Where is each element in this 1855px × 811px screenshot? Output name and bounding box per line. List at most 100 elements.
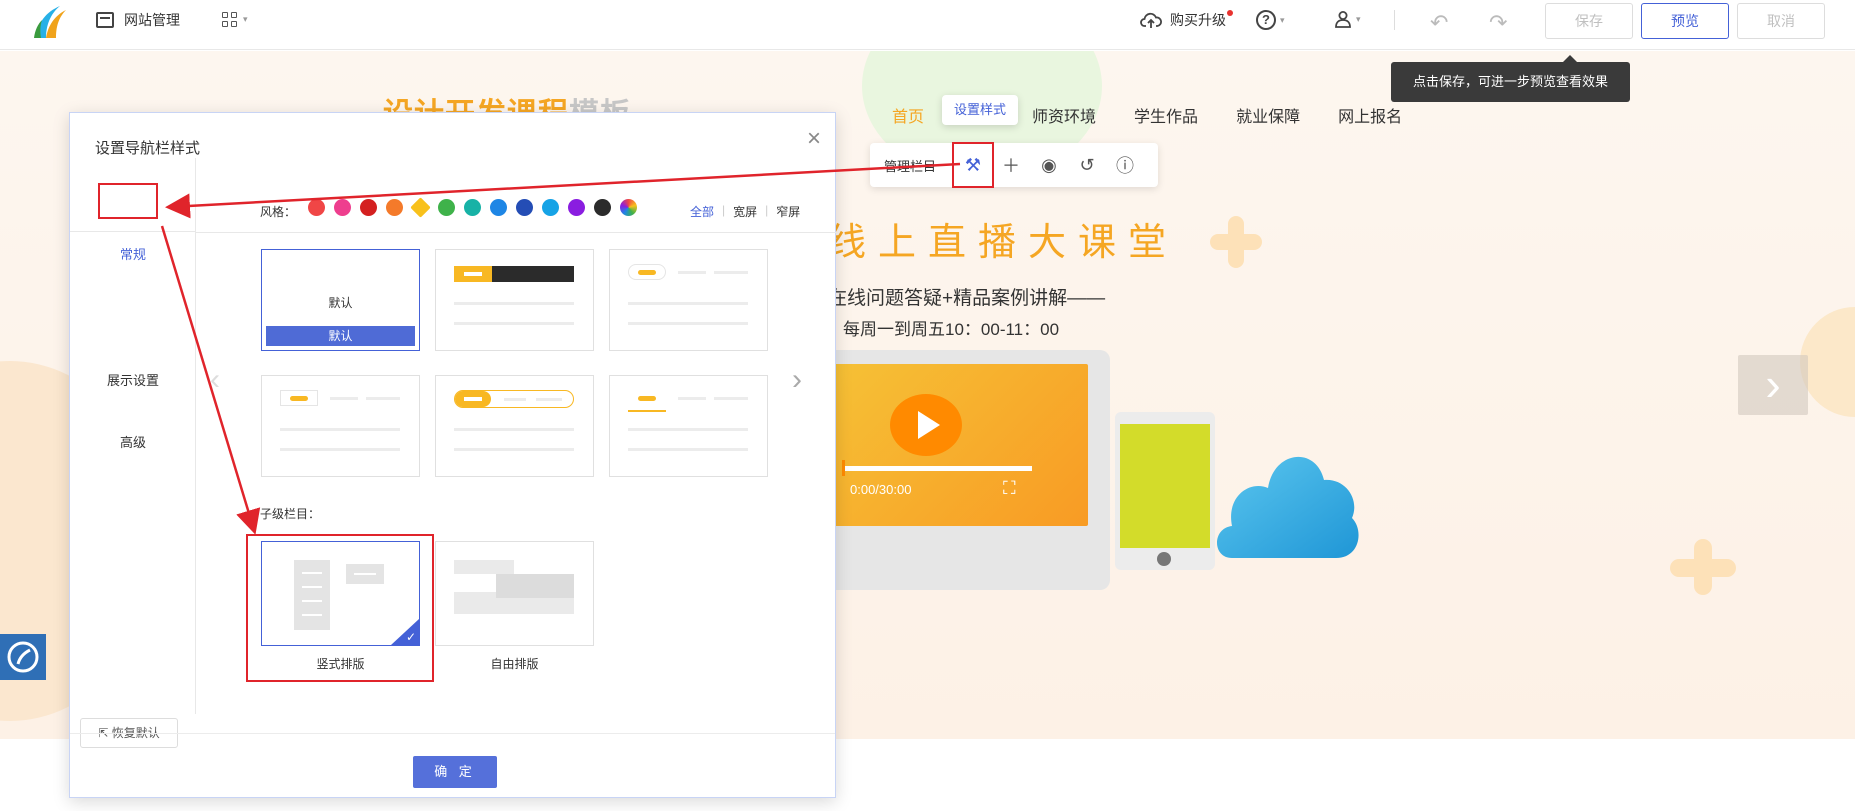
annotation-highlight xyxy=(246,534,434,682)
filter-all[interactable]: 全部 xyxy=(690,203,714,220)
color-swatch[interactable] xyxy=(620,199,637,216)
buy-upgrade-label: 购买升级 xyxy=(1170,10,1233,30)
nav-template-6[interactable] xyxy=(609,375,768,477)
live-schedule: 每周一到周五10：00-11：00 xyxy=(843,320,1060,339)
video-progress-bar[interactable] xyxy=(842,460,1032,476)
template-preview-line xyxy=(628,448,748,451)
carousel-next-button[interactable]: › xyxy=(1738,355,1808,415)
sidebar-divider xyxy=(70,231,196,232)
assistant-icon[interactable] xyxy=(0,634,46,680)
tab-advanced[interactable]: 高级 xyxy=(70,432,196,451)
redo-icon[interactable]: ↷ xyxy=(1489,10,1507,36)
manage-columns-button[interactable]: 管理栏目 xyxy=(884,156,954,175)
site-nav-item[interactable]: 首页 xyxy=(892,103,924,127)
apps-menu[interactable]: ▾ xyxy=(222,12,248,27)
top-toolbar: 网站管理 ▾ 购买升级 ? ▾ ▾ ↶ ↷ 保存 预览 取消 xyxy=(0,0,1855,50)
nav-template-4[interactable] xyxy=(261,375,420,477)
video-player[interactable] xyxy=(832,364,1088,526)
nav-template-5[interactable] xyxy=(435,375,594,477)
color-swatch[interactable] xyxy=(594,199,611,216)
color-swatch[interactable] xyxy=(308,199,325,216)
decor-plus xyxy=(1210,216,1262,268)
phone-home-button xyxy=(1157,552,1171,566)
eye-icon[interactable]: ◉ xyxy=(1030,155,1068,176)
decor-plus xyxy=(1670,539,1736,595)
color-swatch[interactable] xyxy=(334,199,351,216)
help-icon[interactable]: ⓘ xyxy=(1106,152,1144,178)
grid-icon xyxy=(222,12,237,27)
cloud-upload-icon xyxy=(1140,12,1162,28)
save-tooltip: 点击保存，可进一步预览查看效果 xyxy=(1391,55,1630,102)
width-filter: 全部 | 宽屏 | 窄屏 xyxy=(690,203,800,220)
template-preview-line xyxy=(536,398,562,401)
template-preview-line xyxy=(714,271,748,274)
refresh-icon[interactable]: ↺ xyxy=(1068,155,1106,176)
filter-wide[interactable]: 宽屏 xyxy=(733,203,757,220)
close-icon[interactable]: × xyxy=(807,127,821,151)
template-preview-bar xyxy=(638,270,656,275)
dialog-footer-divider xyxy=(70,733,835,734)
site-nav-item[interactable]: 师资环境 xyxy=(1032,103,1096,127)
site-nav-item[interactable]: 学生作品 xyxy=(1134,103,1198,127)
template-preview-line xyxy=(280,448,400,451)
template-preview-line xyxy=(330,397,358,400)
color-swatch[interactable] xyxy=(386,199,403,216)
site-manage-icon xyxy=(96,12,114,28)
template-preview-line xyxy=(714,397,748,400)
template-name: 默认 xyxy=(328,296,353,310)
color-swatch[interactable] xyxy=(516,199,533,216)
color-swatch[interactable] xyxy=(464,199,481,216)
tab-display-settings[interactable]: 展示设置 xyxy=(70,370,196,389)
site-nav-item[interactable]: 就业保障 xyxy=(1236,103,1300,127)
nav-template-default[interactable]: 默认 默认 xyxy=(261,249,420,351)
preview-button[interactable]: 预览 xyxy=(1641,3,1729,39)
play-icon[interactable] xyxy=(890,394,962,456)
undo-icon[interactable]: ↶ xyxy=(1430,10,1448,36)
layout-preview-block xyxy=(454,560,514,574)
color-swatch[interactable] xyxy=(568,199,585,216)
color-swatch[interactable] xyxy=(490,199,507,216)
phone-illustration xyxy=(1115,412,1215,570)
site-manage-menu[interactable]: 网站管理 xyxy=(96,10,180,30)
filter-narrow[interactable]: 窄屏 xyxy=(776,203,800,220)
nav-template-2[interactable] xyxy=(435,249,594,351)
template-preview-line xyxy=(678,397,706,400)
user-menu[interactable]: ▾ xyxy=(1334,10,1361,28)
template-preview-line xyxy=(678,271,706,274)
save-button[interactable]: 保存 xyxy=(1545,3,1633,39)
template-preview-line xyxy=(628,428,748,431)
user-icon xyxy=(1335,11,1351,28)
color-swatch[interactable] xyxy=(410,197,431,218)
notification-dot xyxy=(1227,10,1233,16)
template-preview-bar xyxy=(290,396,308,401)
filter-separator: | xyxy=(722,203,726,217)
dialog-title: 设置导航栏样式 xyxy=(95,140,201,157)
color-swatch[interactable] xyxy=(360,199,377,216)
nav-style-tooltip: 设置样式 xyxy=(942,95,1019,125)
template-preview-underline xyxy=(628,410,666,412)
tab-general[interactable]: 常规 xyxy=(70,244,196,263)
site-manage-label: 网站管理 xyxy=(124,12,180,28)
style-magic-icon[interactable]: ⚒ xyxy=(952,142,994,188)
site-nav-item[interactable]: 网上报名 xyxy=(1338,103,1402,127)
template-preview-line xyxy=(366,397,400,400)
help-menu[interactable]: ? ▾ xyxy=(1256,10,1285,30)
add-icon[interactable]: ＋ xyxy=(992,152,1030,178)
app-logo[interactable] xyxy=(32,4,70,40)
fullscreen-icon[interactable]: ⛶ xyxy=(1003,478,1016,499)
filter-separator: | xyxy=(765,203,769,217)
sub-column-label: 子级栏目： xyxy=(260,507,321,521)
sub-layout-free[interactable] xyxy=(435,541,594,646)
template-badge: 默认 xyxy=(266,326,415,346)
confirm-button[interactable]: 确 定 xyxy=(413,756,497,788)
color-swatch[interactable] xyxy=(542,199,559,216)
cancel-button[interactable]: 取消 xyxy=(1737,3,1825,39)
content-divider xyxy=(196,232,836,233)
nav-template-3[interactable] xyxy=(609,249,768,351)
buy-upgrade-button[interactable]: 购买升级 xyxy=(1140,10,1233,30)
template-prev-arrow[interactable]: ‹ xyxy=(210,363,220,397)
template-next-arrow[interactable]: › xyxy=(792,363,802,397)
color-swatch[interactable] xyxy=(438,199,455,216)
template-preview-line xyxy=(504,398,526,401)
template-preview-line xyxy=(280,428,400,431)
